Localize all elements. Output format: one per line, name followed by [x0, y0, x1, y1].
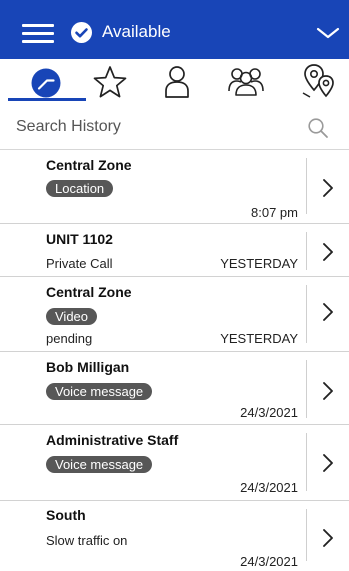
divider [306, 285, 307, 343]
divider [306, 360, 307, 418]
divider [306, 158, 307, 214]
list-item[interactable]: UNIT 1102 Private Call YESTERDAY [0, 224, 349, 277]
search-bar [0, 105, 349, 150]
type-badge: Voice message [46, 456, 153, 473]
chevron-down-icon[interactable] [316, 26, 340, 40]
list-item[interactable]: Central Zone Video pending YESTERDAY [0, 277, 349, 352]
type-badge: Voice message [46, 383, 153, 400]
map-pins-icon [302, 64, 334, 98]
item-title: Central Zone [46, 284, 132, 300]
clock-icon [31, 68, 61, 98]
item-title: Administrative Staff [46, 432, 179, 448]
tab-groups[interactable] [226, 65, 266, 105]
item-time: 24/3/2021 [240, 480, 298, 495]
list-item[interactable]: Central Zone Location 8:07 pm [0, 150, 349, 224]
search-input[interactable] [16, 115, 306, 139]
app-header: Available [0, 0, 349, 59]
chevron-right-icon[interactable] [321, 453, 335, 473]
item-subtitle: Private Call [46, 256, 113, 271]
type-badge: Video [46, 308, 98, 325]
item-time: 8:07 pm [251, 205, 298, 220]
group-icon [228, 68, 264, 96]
divider [306, 433, 307, 491]
tab-contacts[interactable] [164, 65, 190, 105]
divider [306, 509, 307, 561]
item-subtitle: pending [46, 331, 93, 346]
tab-history[interactable] [30, 67, 62, 107]
tab-bar [0, 59, 349, 102]
star-icon [93, 66, 127, 98]
item-time: YESTERDAY [220, 256, 298, 271]
tab-locations[interactable] [301, 63, 335, 103]
chevron-right-icon[interactable] [321, 528, 335, 548]
item-title: Bob Milligan [46, 359, 130, 375]
available-check-icon [71, 22, 92, 43]
item-title: Central Zone [46, 157, 132, 173]
tab-favorites[interactable] [92, 65, 128, 105]
item-time: 24/3/2021 [240, 405, 298, 420]
item-time: YESTERDAY [220, 331, 298, 346]
list-item[interactable]: South Slow traffic on 24/3/2021 [0, 501, 349, 571]
history-list: Central Zone Location 8:07 pm UNIT 1102 … [0, 150, 349, 571]
list-item[interactable]: Bob Milligan Voice message 24/3/2021 [0, 352, 349, 425]
status-label[interactable]: Available [102, 22, 171, 42]
menu-icon[interactable] [22, 24, 54, 44]
item-time: 24/3/2021 [240, 554, 298, 569]
list-item[interactable]: Administrative Staff Voice message 24/3/… [0, 425, 349, 501]
item-title: UNIT 1102 [46, 231, 113, 247]
search-icon[interactable] [307, 117, 329, 139]
chevron-right-icon[interactable] [321, 302, 335, 322]
chevron-right-icon[interactable] [321, 178, 335, 198]
divider [306, 232, 307, 270]
item-title: South [46, 507, 86, 523]
chevron-right-icon[interactable] [321, 381, 335, 401]
active-tab-indicator [8, 98, 86, 101]
item-subtitle: Slow traffic on [46, 533, 128, 548]
type-badge: Location [46, 180, 114, 197]
chevron-right-icon[interactable] [321, 242, 335, 262]
person-icon [165, 66, 189, 98]
